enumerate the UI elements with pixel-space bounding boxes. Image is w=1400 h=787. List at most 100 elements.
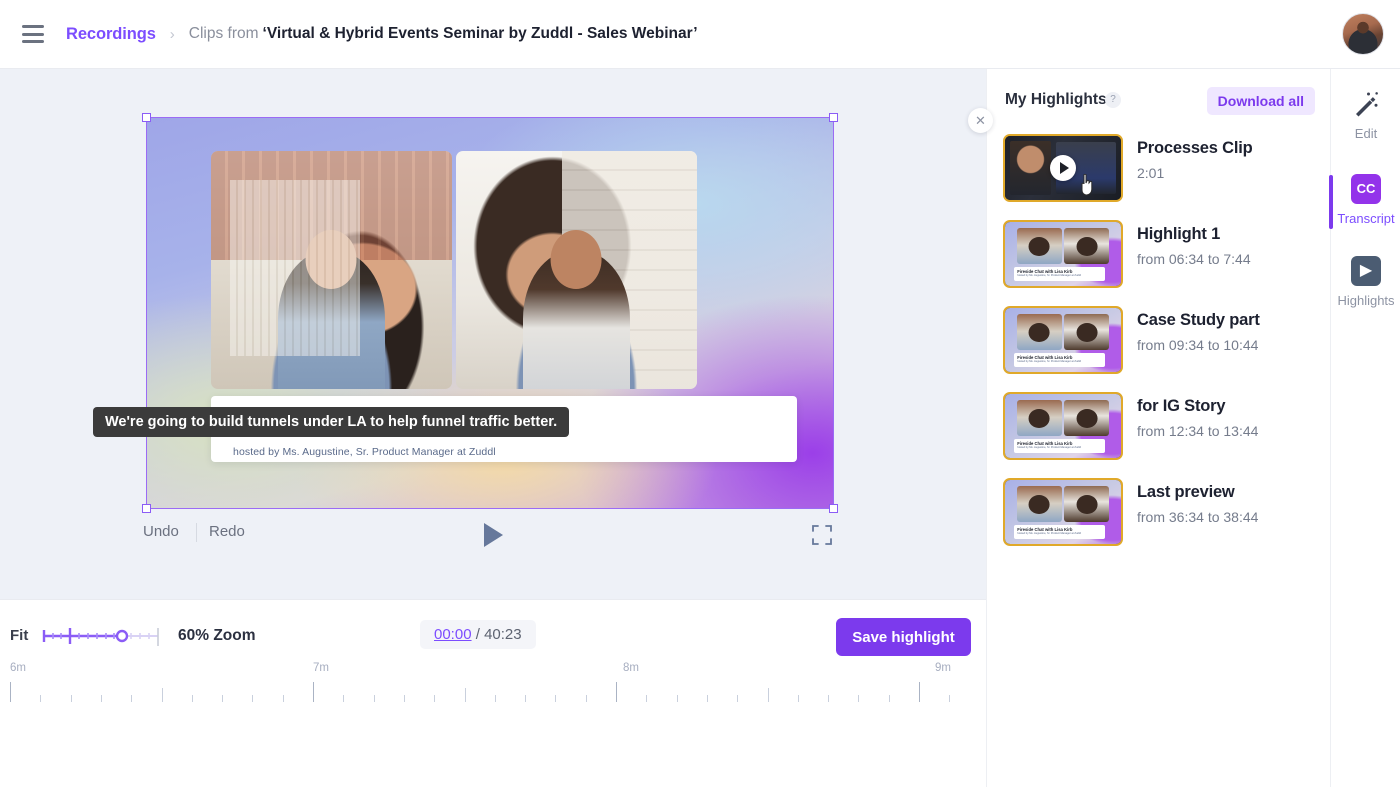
avatar[interactable] [1342, 13, 1384, 55]
highlight-timerange: from 36:34 to 38:44 [1137, 509, 1259, 525]
chevron-right-icon: › [169, 25, 175, 43]
zoom-level-label: 60% Zoom [178, 627, 256, 644]
thumbnail-lower-third: Fireside Chat with Lisa Kirb hosted by Ms… [1014, 352, 1105, 367]
ruler-tick [858, 695, 860, 702]
video-selection-frame[interactable]: Fireside Chat with Lisa Kirb hosted by M… [142, 113, 838, 513]
highlights-panel: My Highlights ? Download all ✕ Processes… [968, 69, 1331, 787]
resize-handle-top-right[interactable] [829, 113, 838, 122]
redo-button[interactable]: Redo [209, 523, 245, 540]
highlights-panel-header: My Highlights ? Download all [987, 69, 1331, 125]
ruler-tick [131, 695, 133, 702]
top-bar: Recordings › Clips from ‘Virtual & Hybri… [0, 0, 1400, 69]
cc-icon: CC [1351, 174, 1381, 204]
ruler-tick [616, 682, 617, 702]
ruler-tick [403, 695, 405, 702]
ruler-tick [525, 695, 527, 702]
highlight-thumbnail[interactable]: Fireside Chat with Lisa Kirb hosted by Ms… [1003, 392, 1123, 460]
highlight-name: Case Study part [1137, 311, 1260, 329]
ruler-tick [40, 695, 42, 702]
highlight-thumbnail[interactable]: Fireside Chat with Lisa Kirb hosted by Ms… [1003, 306, 1123, 374]
thumbnail-image: Fireside Chat with Lisa Kirb hosted by Ms… [1005, 394, 1121, 458]
caption-overlay[interactable]: We're going to build tunnels under LA to… [93, 407, 570, 437]
ruler-tick [10, 682, 11, 702]
save-highlight-button[interactable]: Save highlight [836, 618, 971, 656]
tab-edit-label: Edit [1354, 126, 1378, 141]
ruler-tick [888, 695, 890, 702]
time-display[interactable]: 00:00 / 40:23 [420, 620, 536, 649]
ruler-tick [222, 695, 224, 702]
ruler-tick [767, 688, 769, 702]
ruler-label: 8m [623, 662, 639, 674]
tab-highlights-label: Highlights [1337, 293, 1395, 308]
list-item[interactable]: Fireside Chat with Lisa Kirb hosted by Ms… [987, 211, 1331, 297]
ruler-tick [797, 695, 799, 702]
highlight-thumbnail[interactable]: Fireside Chat with Lisa Kirb hosted by Ms… [1003, 478, 1123, 546]
tab-highlights[interactable]: ▶ Highlights [1331, 256, 1400, 308]
speaker-tiles [211, 151, 697, 389]
breadcrumb-recordings-link[interactable]: Recordings [66, 25, 156, 44]
list-item[interactable]: Processes Clip 2:01 [987, 125, 1331, 211]
ruler-tick [919, 682, 920, 702]
thumbnail-lower-third-subtitle: hosted by Ms. Augustine, Sr. Product Man… [1017, 445, 1081, 449]
lower-third-subtitle: hosted by Ms. Augustine, Sr. Product Man… [233, 446, 496, 458]
hamburger-icon[interactable] [22, 25, 44, 43]
highlight-meta: for IG Story from 12:34 to 13:44 [1137, 392, 1258, 439]
ruler-tick [828, 695, 830, 702]
ruler-tick [949, 695, 951, 702]
ruler-tick [70, 695, 72, 702]
tab-transcript[interactable]: CC Transcript [1331, 174, 1400, 226]
list-item[interactable]: Fireside Chat with Lisa Kirb hosted by Ms… [987, 297, 1331, 383]
speaker-tile-left [211, 151, 452, 389]
list-item[interactable]: Fireside Chat with Lisa Kirb hosted by Ms… [987, 469, 1331, 555]
play-square-icon: ▶ [1351, 256, 1381, 286]
undo-button[interactable]: Undo [143, 523, 179, 540]
highlight-meta: Last preview from 36:34 to 38:44 [1137, 478, 1258, 525]
player-divider [196, 523, 197, 542]
ruler-label: 6m [10, 662, 26, 674]
player-controls: Undo Redo [0, 509, 986, 561]
tab-edit[interactable]: Edit [1331, 89, 1400, 141]
thumbnail-lower-third-subtitle: hosted by Ms. Augustine, Sr. Product Man… [1017, 531, 1081, 535]
ruler-tick [252, 695, 254, 702]
thumbnail-image: Fireside Chat with Lisa Kirb hosted by Ms… [1005, 308, 1121, 372]
ruler-tick [100, 695, 102, 702]
ruler-tick [161, 688, 163, 702]
page-title: My Highlights [1005, 91, 1107, 108]
highlight-name: Last preview [1137, 483, 1235, 501]
ruler-tick [585, 695, 587, 702]
ruler-label: 9m [935, 662, 951, 674]
ruler-tick [191, 695, 193, 702]
speaker-left-head [306, 230, 357, 290]
highlight-timerange: from 12:34 to 13:44 [1137, 423, 1259, 439]
time-separator: / [471, 626, 485, 643]
total-time: 40:23 [484, 626, 522, 643]
thumbnail-lower-third: Fireside Chat with Lisa Kirb hosted by Ms… [1014, 266, 1105, 281]
highlights-list: Processes Clip 2:01 Fireside Chat with Lis… [987, 125, 1331, 555]
ruler-label: 7m [313, 662, 329, 674]
magic-wand-icon [1356, 92, 1378, 117]
timeline-section: Fit 60% Zoom 00:00 / 40:23 Save highligh… [0, 599, 986, 787]
highlight-timerange: from 09:34 to 10:44 [1137, 337, 1259, 353]
thumbnail-image: Fireside Chat with Lisa Kirb hosted by Ms… [1005, 222, 1121, 286]
highlight-thumbnail[interactable]: Fireside Chat with Lisa Kirb hosted by Ms… [1003, 220, 1123, 288]
speaker-right-head [551, 230, 602, 290]
timeline-ruler[interactable]: 6m 7m 8m 9m [0, 662, 986, 710]
fit-label: Fit [10, 627, 29, 644]
list-item[interactable]: Fireside Chat with Lisa Kirb hosted by Ms… [987, 383, 1331, 469]
download-all-button[interactable]: Download all [1206, 87, 1315, 115]
help-icon[interactable]: ? [1105, 92, 1121, 108]
fullscreen-icon[interactable] [809, 523, 835, 547]
resize-handle-top-left[interactable] [142, 113, 151, 122]
speaker-left-figure [278, 230, 385, 389]
ruler-tick [343, 695, 345, 702]
speaker-right-figure [523, 230, 630, 389]
highlight-thumbnail[interactable] [1003, 134, 1123, 202]
current-time[interactable]: 00:00 [434, 626, 472, 643]
ruler-tick [676, 695, 678, 702]
thumbnail-lower-third-subtitle: hosted by Ms. Augustine, Sr. Product Man… [1017, 273, 1081, 277]
play-icon[interactable] [1050, 155, 1076, 181]
highlight-name: Processes Clip [1137, 139, 1253, 157]
zoom-slider[interactable] [40, 620, 170, 652]
ruler-tick [464, 688, 466, 702]
play-icon[interactable] [484, 523, 503, 547]
